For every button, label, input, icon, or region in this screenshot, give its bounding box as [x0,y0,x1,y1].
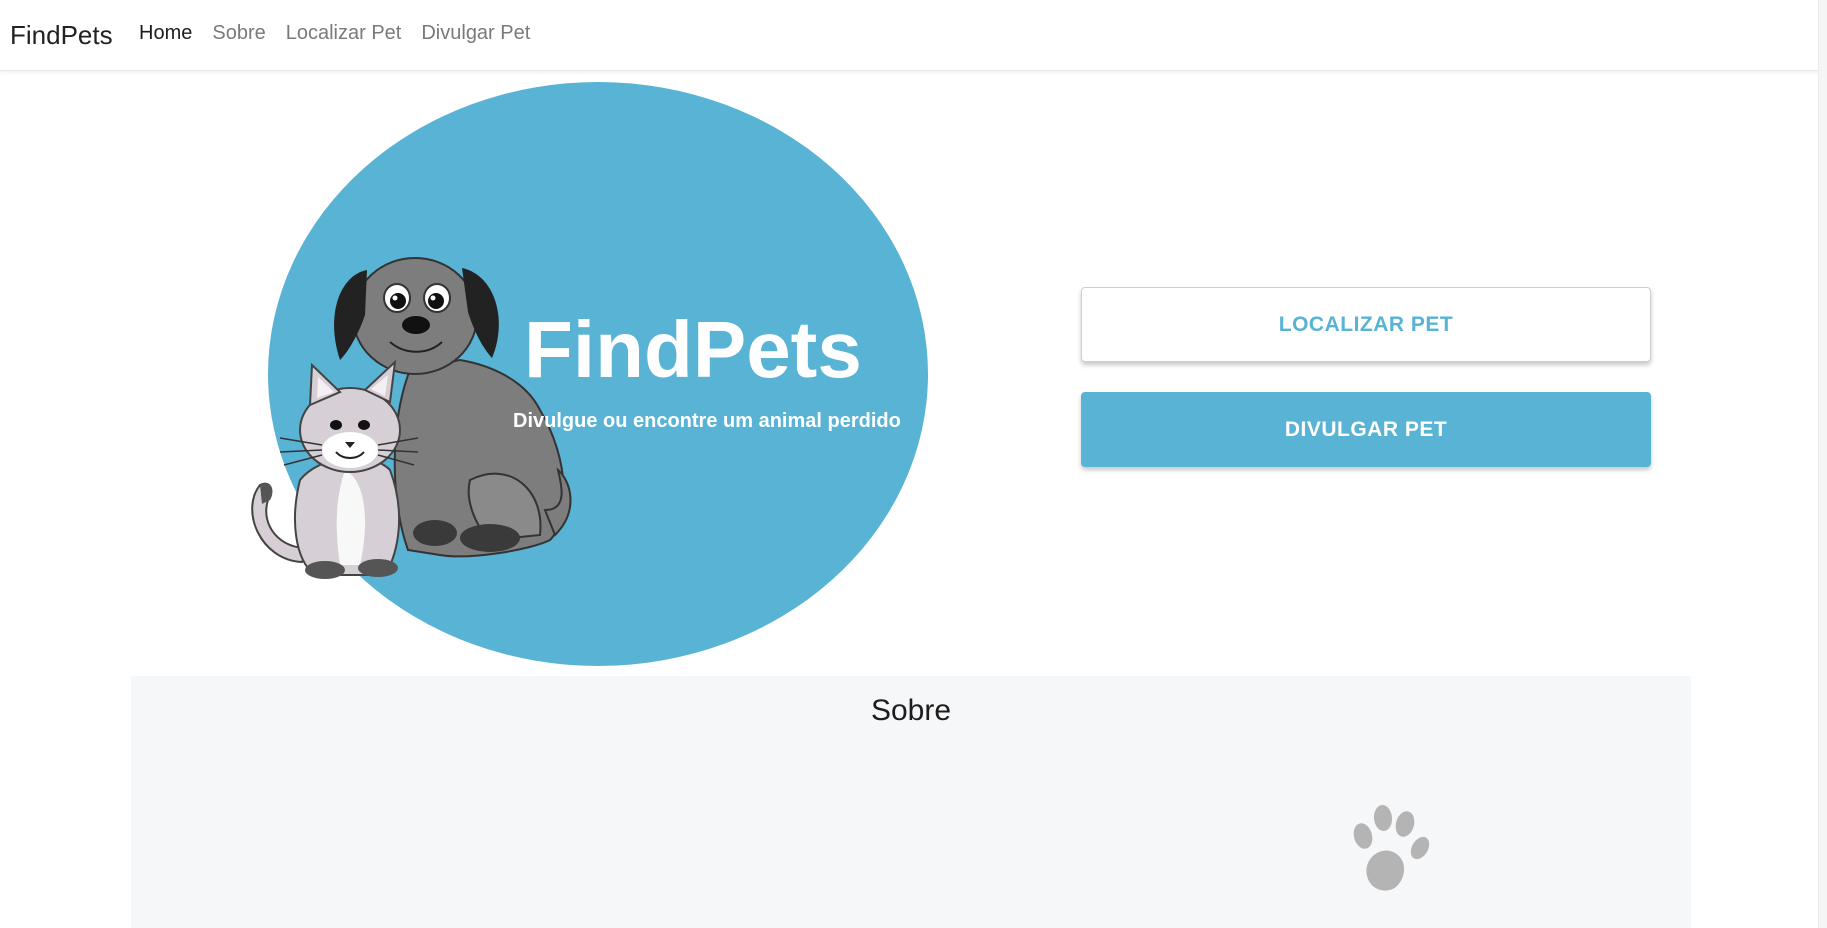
nav-link-home[interactable]: Home [139,22,192,45]
navbar: FindPets Home Sobre Localizar Pet Divulg… [0,0,1827,71]
nav-link-divulgar-pet[interactable]: Divulgar Pet [421,22,530,45]
navbar-brand[interactable]: FindPets [10,20,113,51]
localizar-pet-button[interactable]: LOCALIZAR PET [1081,287,1651,362]
divulgar-pet-button[interactable]: DIVULGAR PET [1081,392,1651,467]
nav-link-localizar-pet[interactable]: Localizar Pet [286,22,402,45]
page-scrollbar[interactable] [1818,0,1827,928]
sobre-section: Sobre [131,676,1691,928]
nav-link-sobre[interactable]: Sobre [212,22,265,45]
hero-logo: FindPets Divulgue ou encontre um animal … [240,80,940,670]
hero-title: FindPets [524,305,862,394]
nav-links: Home Sobre Localizar Pet Divulgar Pet [139,22,550,45]
sobre-title: Sobre [870,694,952,727]
hero-subtitle: Divulgue ou encontre um animal perdido [513,410,901,432]
paw-icon [1353,805,1430,891]
